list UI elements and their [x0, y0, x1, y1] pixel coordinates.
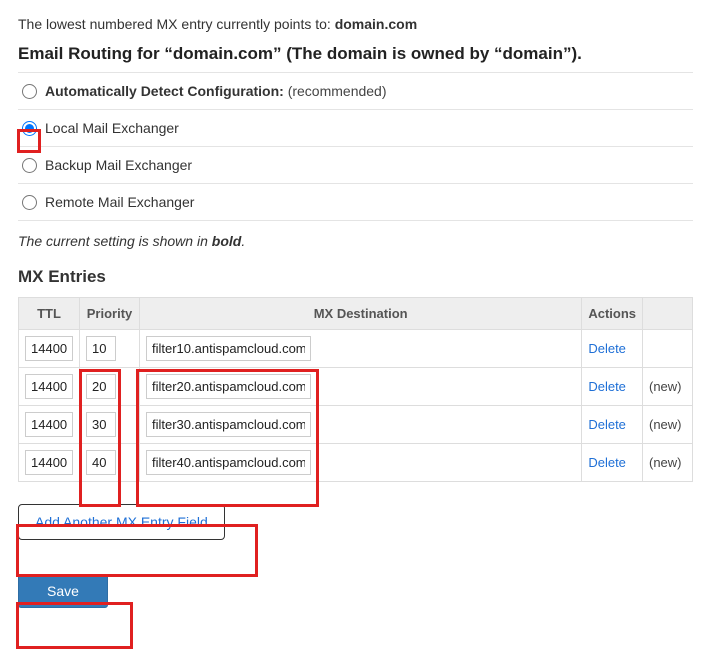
routing-option-auto[interactable]: Automatically Detect Configuration: (rec… — [18, 72, 693, 109]
routing-label-local: Local Mail Exchanger — [45, 120, 179, 136]
routing-hint-prefix: The current setting is shown in — [18, 233, 212, 249]
routing-label-auto: Automatically Detect Configuration: — [45, 83, 284, 99]
save-button[interactable]: Save — [18, 574, 108, 608]
priority-input[interactable] — [86, 336, 116, 361]
delete-link[interactable]: Delete — [588, 455, 626, 470]
row-flag: (new) — [649, 455, 682, 470]
priority-input[interactable] — [86, 374, 116, 399]
highlight-box — [16, 602, 133, 649]
routing-option-remote[interactable]: Remote Mail Exchanger — [18, 183, 693, 220]
mx-pointer-domain: domain.com — [335, 16, 417, 32]
mx-col-ttl: TTL — [19, 298, 80, 330]
mx-col-priority: Priority — [80, 298, 140, 330]
delete-link[interactable]: Delete — [588, 341, 626, 356]
table-row: Delete — [19, 330, 693, 368]
mx-col-dest: MX Destination — [140, 298, 582, 330]
destination-input[interactable] — [146, 450, 311, 475]
ttl-input[interactable] — [25, 412, 73, 437]
routing-radio-backup[interactable] — [22, 158, 37, 173]
routing-label-remote: Remote Mail Exchanger — [45, 194, 194, 210]
ttl-input[interactable] — [25, 374, 73, 399]
routing-option-local[interactable]: Local Mail Exchanger — [18, 109, 693, 146]
ttl-input[interactable] — [25, 336, 73, 361]
add-mx-entry-button[interactable]: Add Another MX Entry Field — [18, 504, 225, 540]
priority-input[interactable] — [86, 412, 116, 437]
routing-radio-local[interactable] — [22, 121, 37, 136]
routing-option-backup[interactable]: Backup Mail Exchanger — [18, 146, 693, 183]
routing-radio-auto[interactable] — [22, 84, 37, 99]
mx-pointer-prefix: The lowest numbered MX entry currently p… — [18, 16, 335, 32]
routing-hint-suffix: . — [241, 233, 245, 249]
mx-entries-heading: MX Entries — [18, 267, 693, 287]
table-row: Delete (new) — [19, 368, 693, 406]
mx-col-flag — [643, 298, 693, 330]
destination-input[interactable] — [146, 412, 311, 437]
delete-link[interactable]: Delete — [588, 417, 626, 432]
mx-current-pointer: The lowest numbered MX entry currently p… — [18, 16, 693, 32]
routing-hint-bold: bold — [212, 233, 242, 249]
routing-label-backup: Backup Mail Exchanger — [45, 157, 192, 173]
routing-radio-remote[interactable] — [22, 195, 37, 210]
ttl-input[interactable] — [25, 450, 73, 475]
table-row: Delete (new) — [19, 444, 693, 482]
routing-hint: The current setting is shown in bold. — [18, 233, 693, 249]
table-row: Delete (new) — [19, 406, 693, 444]
destination-input[interactable] — [146, 336, 311, 361]
mx-entries-table: TTL Priority MX Destination Actions Dele… — [18, 297, 693, 482]
row-flag: (new) — [649, 417, 682, 432]
row-flag: (new) — [649, 379, 682, 394]
routing-options: Automatically Detect Configuration: (rec… — [18, 72, 693, 221]
destination-input[interactable] — [146, 374, 311, 399]
mx-col-actions: Actions — [582, 298, 643, 330]
email-routing-heading: Email Routing for “domain.com” (The doma… — [18, 44, 693, 64]
priority-input[interactable] — [86, 450, 116, 475]
delete-link[interactable]: Delete — [588, 379, 626, 394]
routing-auto-suffix: (recommended) — [288, 83, 387, 99]
